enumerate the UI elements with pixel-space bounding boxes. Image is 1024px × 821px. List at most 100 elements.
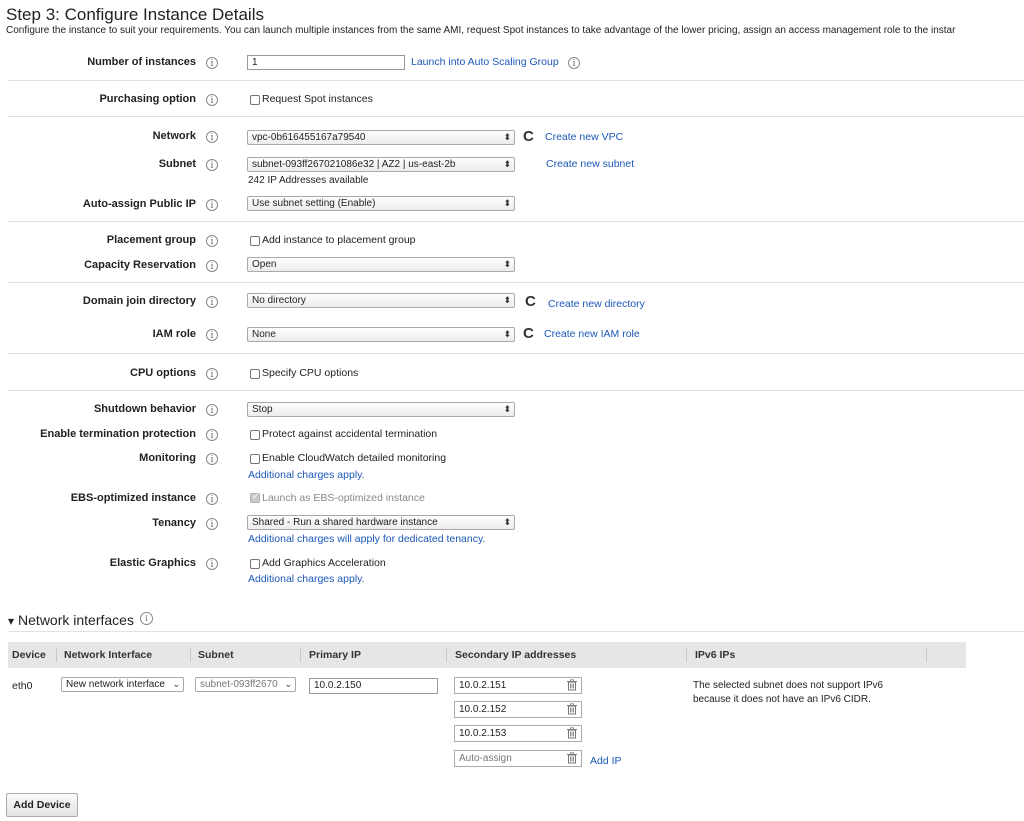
ebs-checkbox <box>250 491 260 503</box>
monitoring-charges-link[interactable]: Additional charges apply. <box>248 469 365 481</box>
spot-instances-checkbox[interactable] <box>250 95 260 105</box>
info-icon[interactable]: i <box>206 260 218 272</box>
capacity-reservation-value: Open <box>252 259 277 270</box>
create-directory-link[interactable]: Create new directory <box>548 298 645 310</box>
column-divider <box>926 648 927 662</box>
info-icon[interactable]: i <box>206 159 218 171</box>
column-divider <box>686 648 687 662</box>
cpu-options-label: CPU options <box>130 367 196 379</box>
info-icon[interactable]: i <box>206 57 218 69</box>
info-icon[interactable]: i <box>206 235 218 247</box>
subnet-select[interactable]: subnet-093ff267021086e32 | AZ2 | us-east… <box>247 157 515 172</box>
network-interfaces-heading[interactable]: ▾ Network interfaces i <box>8 612 153 628</box>
elastic-graphics-checkbox[interactable] <box>250 559 260 569</box>
info-icon[interactable]: i <box>206 558 218 570</box>
secondary-ip-input[interactable]: 10.0.2.151 <box>454 677 582 694</box>
primary-ip-input[interactable]: 10.0.2.150 <box>309 678 438 694</box>
shutdown-label: Shutdown behavior <box>93 403 196 415</box>
column-divider <box>446 648 447 662</box>
placement-group-label: Placement group <box>106 234 196 246</box>
info-icon[interactable]: i <box>206 453 218 465</box>
separator <box>8 282 1024 283</box>
select-arrow-icon: ⬍ <box>503 295 511 305</box>
trash-icon[interactable] <box>566 703 578 715</box>
separator <box>8 116 1024 117</box>
page-subtitle: Configure the instance to suit your requ… <box>6 25 956 36</box>
launch-auto-scaling-link[interactable]: Launch into Auto Scaling Group <box>411 56 559 68</box>
separator <box>8 80 1024 81</box>
auto-assign-input[interactable]: Auto-assign <box>454 750 582 767</box>
elastic-graphics-label: Elastic Graphics <box>109 557 196 569</box>
info-icon[interactable]: i <box>206 199 218 211</box>
trash-icon[interactable] <box>566 727 578 739</box>
tenancy-select[interactable]: Shared - Run a shared hardware instance … <box>247 515 515 530</box>
info-icon[interactable]: i <box>206 368 218 380</box>
number-of-instances-input[interactable]: 1 <box>247 55 405 70</box>
termination-checkbox-label: Protect against accidental termination <box>262 428 438 440</box>
add-device-button[interactable]: Add Device <box>6 793 78 817</box>
iam-role-label: IAM role <box>152 328 196 340</box>
cpu-options-checkbox[interactable] <box>250 369 260 379</box>
refresh-icon[interactable]: C <box>523 326 534 341</box>
domain-join-select[interactable]: No directory ⬍ <box>247 293 515 308</box>
cpu-options-checkbox-label: Specify CPU options <box>262 367 359 379</box>
info-icon[interactable]: i <box>206 296 218 308</box>
ipv6-note-line1: The selected subnet does not support IPv… <box>693 680 884 691</box>
chevron-down-icon: ⌄ <box>283 678 292 691</box>
create-vpc-link[interactable]: Create new VPC <box>545 131 623 143</box>
capacity-reservation-select[interactable]: Open ⬍ <box>247 257 515 272</box>
monitoring-checkbox[interactable] <box>250 454 260 464</box>
monitoring-label: Monitoring <box>139 452 196 464</box>
column-header-secondary-ips: Secondary IP addresses <box>455 649 577 661</box>
info-icon[interactable]: i <box>568 57 580 69</box>
secondary-ip-input[interactable]: 10.0.2.152 <box>454 701 582 718</box>
create-iam-role-link[interactable]: Create new IAM role <box>544 328 640 340</box>
info-icon[interactable]: i <box>206 493 218 505</box>
iam-role-select[interactable]: None ⬍ <box>247 327 515 342</box>
create-subnet-link[interactable]: Create new subnet <box>546 158 634 170</box>
public-ip-select[interactable]: Use subnet setting (Enable) ⬍ <box>247 196 515 211</box>
secondary-ip-input[interactable]: 10.0.2.153 <box>454 725 582 742</box>
info-icon[interactable]: i <box>206 404 218 416</box>
refresh-icon[interactable]: C <box>525 294 536 309</box>
column-divider <box>300 648 301 662</box>
placement-group-checkbox[interactable] <box>250 236 260 246</box>
info-icon[interactable]: i <box>206 329 218 341</box>
column-header-subnet: Subnet <box>198 649 234 661</box>
trash-icon[interactable] <box>566 679 578 691</box>
network-select-value: vpc-0b616455167a79540 <box>252 132 366 143</box>
info-icon[interactable]: i <box>206 429 218 441</box>
info-icon[interactable]: i <box>206 131 218 143</box>
shutdown-select[interactable]: Stop ⬍ <box>247 402 515 417</box>
subnet-select-value: subnet-093ff267021086e32 | AZ2 | us-east… <box>252 159 456 170</box>
subnet-label: Subnet <box>158 158 196 170</box>
graphics-charges-link[interactable]: Additional charges apply. <box>248 573 365 585</box>
select-arrow-icon: ⬍ <box>503 259 511 269</box>
select-arrow-icon: ⬍ <box>503 329 511 339</box>
network-label: Network <box>152 130 196 142</box>
ipv6-note-line2: because it does not have an IPv6 CIDR. <box>693 694 871 705</box>
placement-group-checkbox-label: Add instance to placement group <box>262 234 416 246</box>
column-header-primary-ip: Primary IP <box>309 649 361 661</box>
spot-instances-label: Request Spot instances <box>262 93 373 105</box>
subnet-row-select: subnet-093ff2670 ⌄ <box>195 677 296 692</box>
info-icon[interactable]: i <box>206 518 218 530</box>
termination-checkbox[interactable] <box>250 430 260 440</box>
add-ip-link[interactable]: Add IP <box>590 755 622 767</box>
column-divider <box>56 648 57 662</box>
info-icon[interactable]: i <box>206 94 218 106</box>
refresh-icon[interactable]: C <box>523 129 534 144</box>
separator <box>8 631 1024 632</box>
network-interfaces-title: Network interfaces <box>18 612 134 628</box>
domain-join-value: No directory <box>252 295 306 306</box>
column-header-ipv6: IPv6 IPs <box>695 649 736 661</box>
select-arrow-icon: ⬍ <box>503 132 511 142</box>
network-select[interactable]: vpc-0b616455167a79540 ⬍ <box>247 130 515 145</box>
trash-icon[interactable] <box>566 752 578 764</box>
network-interface-select[interactable]: New network interface ⌄ <box>61 677 184 692</box>
collapse-triangle-icon[interactable]: ▾ <box>8 614 14 628</box>
column-header-network-interface: Network Interface <box>64 649 153 661</box>
tenancy-charges-link[interactable]: Additional charges will apply for dedica… <box>248 533 485 545</box>
info-icon[interactable]: i <box>139 612 153 625</box>
ebs-label: EBS-optimized instance <box>70 492 196 504</box>
